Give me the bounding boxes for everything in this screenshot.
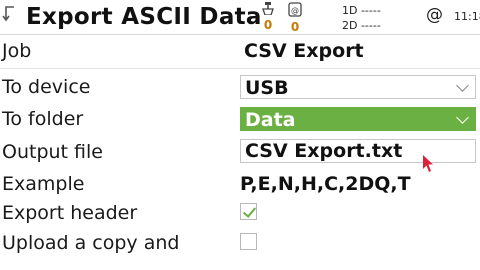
export-header-checkbox[interactable]	[240, 203, 257, 220]
to-folder-dropdown[interactable]: Data	[240, 107, 476, 131]
svg-text:@: @	[291, 6, 299, 15]
output-file-value: CSV Export.txt	[245, 140, 403, 162]
to-folder-value: Data	[245, 109, 296, 131]
to-device-label: To device	[2, 76, 91, 98]
satellite-icon	[256, 2, 280, 18]
title-bar: Export ASCII Data 0 @ 0 1D ----- 2D ----…	[0, 0, 480, 35]
chevron-down-icon	[456, 79, 469, 92]
position-readout[interactable]: 1D ----- 2D -----	[342, 3, 422, 33]
upload-copy-checkbox[interactable]	[240, 233, 257, 250]
upload-copy-label: Upload a copy and	[2, 232, 180, 254]
example-label: Example	[2, 173, 85, 195]
mouse-cursor-icon	[422, 154, 436, 174]
divider	[0, 68, 480, 69]
example-value: P,E,N,H,C,2DQ,T	[240, 173, 411, 195]
output-file-field[interactable]: CSV Export.txt	[240, 139, 476, 163]
check-icon	[242, 204, 257, 218]
clock: 11:18	[454, 10, 480, 23]
satellite-count: 0	[263, 18, 273, 32]
device-count: 0	[290, 20, 300, 34]
job-label: Job	[2, 40, 32, 62]
to-device-value: USB	[245, 77, 289, 99]
satellite-status[interactable]: 0	[256, 2, 280, 34]
chevron-down-icon	[456, 111, 469, 124]
to-device-dropdown[interactable]: USB	[240, 75, 476, 99]
status-area: 0 @ 0 1D ----- 2D ----- @ 11:18	[256, 2, 480, 34]
controller-icon: @	[284, 2, 306, 20]
at-icon[interactable]: @	[426, 5, 443, 25]
export-header-label: Export header	[2, 202, 138, 224]
position-2d: 2D -----	[342, 19, 381, 32]
to-folder-label: To folder	[2, 108, 84, 130]
back-icon[interactable]	[2, 4, 18, 26]
device-status[interactable]: @ 0	[284, 2, 306, 34]
page-title: Export ASCII Data	[26, 4, 262, 30]
position-1d: 1D -----	[342, 4, 381, 17]
job-value: CSV Export	[244, 40, 364, 62]
output-file-label: Output file	[2, 141, 103, 163]
